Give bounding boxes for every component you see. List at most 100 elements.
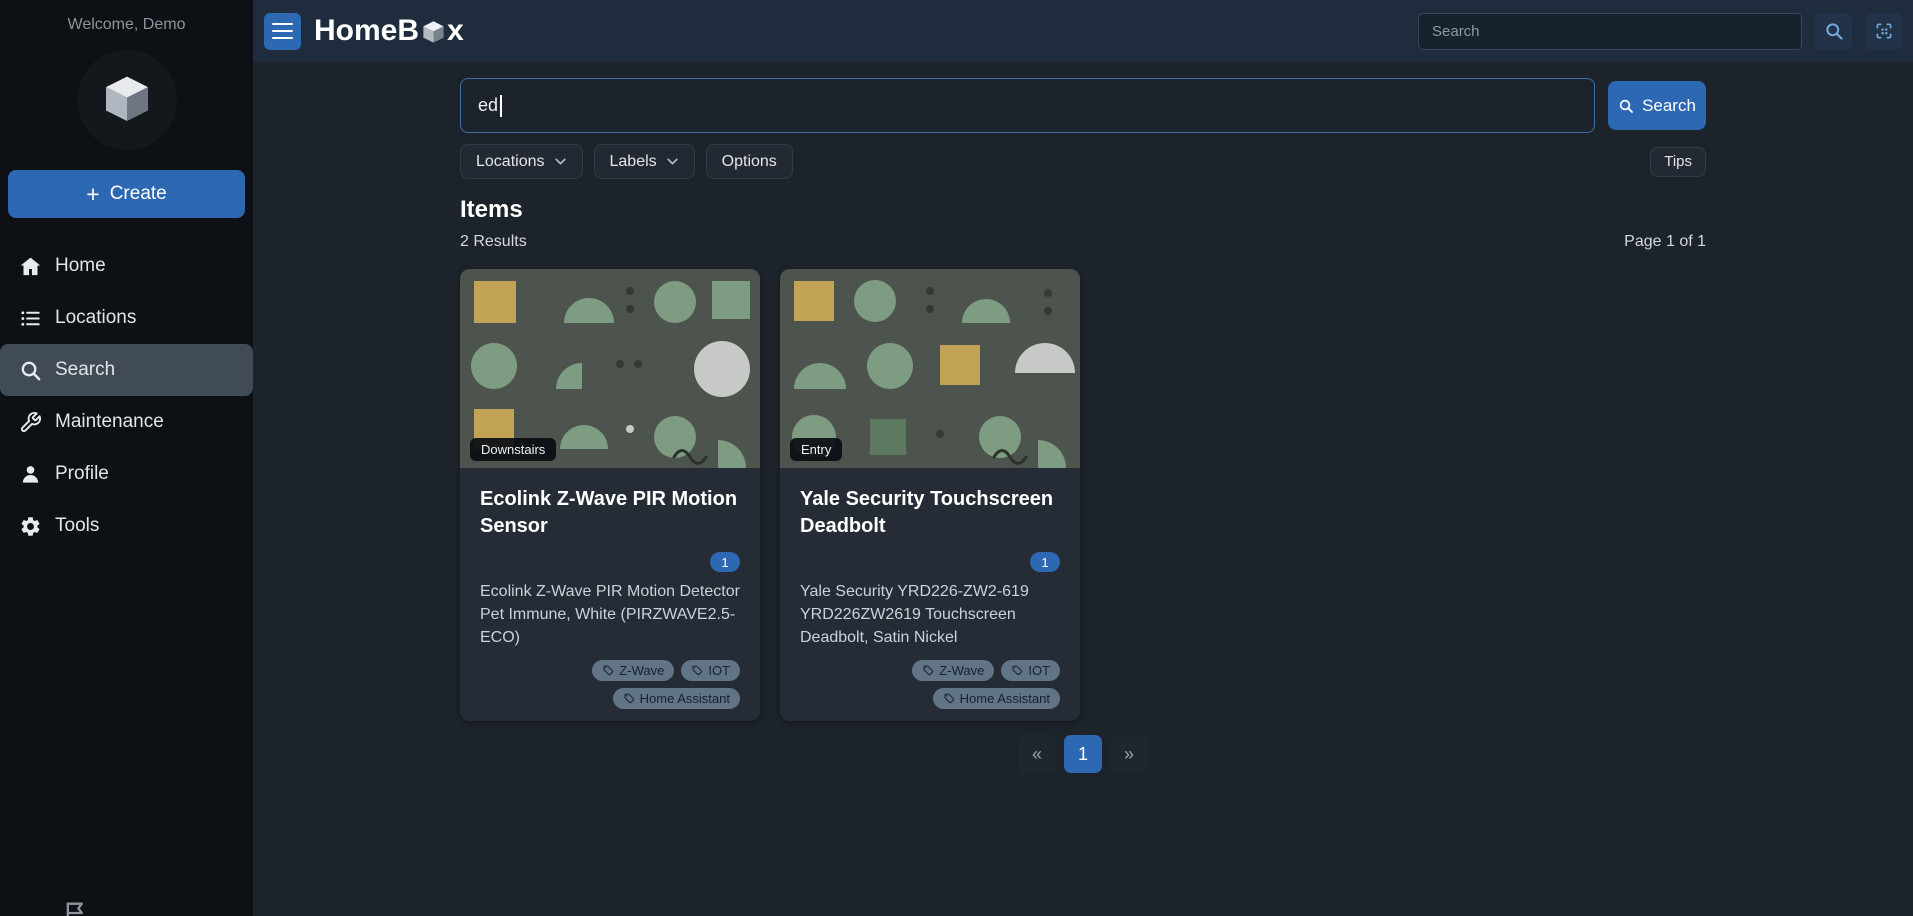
tag-icon bbox=[624, 693, 634, 704]
item-title[interactable]: Ecolink Z-Wave PIR Motion Sensor bbox=[480, 486, 740, 540]
item-description: Ecolink Z-Wave PIR Motion Detector Pet I… bbox=[480, 583, 740, 647]
tag-badge[interactable]: IOT bbox=[1001, 659, 1060, 681]
prev-page-button[interactable]: « bbox=[1018, 735, 1056, 773]
tag-badge[interactable]: IOT bbox=[681, 659, 740, 681]
app-title[interactable]: HomeB x bbox=[314, 14, 464, 48]
tag-badge[interactable]: Z-Wave bbox=[592, 659, 675, 681]
tag-label: Home Assistant bbox=[959, 690, 1050, 706]
tag-badge[interactable]: Home Assistant bbox=[612, 687, 740, 709]
item-thumbnail[interactable]: Entry bbox=[780, 269, 1080, 468]
sidebar-item-label: Search bbox=[55, 359, 116, 380]
page-indicator: Page 1 of 1 bbox=[1624, 233, 1706, 250]
scan-button[interactable] bbox=[1865, 12, 1902, 50]
tag-label: Home Assistant bbox=[639, 690, 730, 706]
filter-labels-button[interactable]: Labels bbox=[593, 144, 695, 179]
sidebar-item-label: Tools bbox=[55, 515, 100, 536]
location-badge[interactable]: Entry bbox=[790, 438, 843, 461]
page-1-button[interactable]: 1 bbox=[1064, 735, 1102, 773]
next-page-button[interactable]: » bbox=[1110, 735, 1148, 773]
app-title-prefix: HomeB bbox=[314, 14, 420, 47]
sidebar-item-label: Profile bbox=[55, 463, 109, 484]
header-search-button[interactable] bbox=[1815, 12, 1852, 50]
tag-label: Z-Wave bbox=[619, 662, 665, 678]
sidebar-item-home[interactable]: Home bbox=[0, 240, 253, 292]
item-search-value: ed bbox=[478, 95, 499, 115]
search-button[interactable]: Search bbox=[1608, 81, 1706, 130]
main-column: HomeB x Search ed Search Locations Label… bbox=[253, 0, 1913, 916]
sidebar-item-maintenance[interactable]: Maintenance bbox=[0, 396, 253, 448]
filter-locations-button[interactable]: Locations bbox=[460, 144, 583, 179]
search-icon bbox=[21, 361, 41, 380]
search-icon bbox=[1825, 23, 1843, 40]
plus-icon: + bbox=[86, 180, 100, 207]
sidebar-footer-icon[interactable] bbox=[62, 899, 90, 916]
tag-list: Z-Wave IOT Home Assistant bbox=[800, 650, 1060, 709]
tag-badge[interactable]: Home Assistant bbox=[932, 687, 1060, 709]
item-card-grid: Downstairs Ecolink Z-Wave PIR Motion Sen… bbox=[460, 269, 1706, 721]
tag-label: Z-Wave bbox=[939, 662, 985, 678]
tag-icon bbox=[603, 665, 614, 676]
quantity-badge: 1 bbox=[1030, 552, 1060, 572]
chevron-down-icon bbox=[554, 158, 566, 165]
sidebar-item-label: Maintenance bbox=[55, 411, 164, 432]
sidebar-item-search[interactable]: Search bbox=[0, 344, 253, 396]
sidebar-item-label: Locations bbox=[55, 307, 137, 328]
location-badge[interactable]: Downstairs bbox=[470, 438, 557, 461]
create-button[interactable]: + Create bbox=[8, 170, 245, 218]
item-description: Yale Security YRD226-ZW2-619 YRD226ZW261… bbox=[800, 583, 1029, 647]
quantity-badge: 1 bbox=[710, 552, 740, 572]
tag-icon bbox=[944, 693, 954, 704]
sidebar-item-locations[interactable]: Locations bbox=[0, 292, 253, 344]
filter-label: Locations bbox=[476, 152, 545, 170]
item-card[interactable]: Downstairs Ecolink Z-Wave PIR Motion Sen… bbox=[460, 269, 760, 721]
text-caret bbox=[500, 94, 502, 117]
item-title[interactable]: Yale Security Touchscreen Deadbolt bbox=[800, 486, 1060, 540]
sidebar-nav: Home Locations Search Maintenance Profil… bbox=[0, 240, 253, 552]
gear-icon bbox=[21, 516, 40, 536]
tag-list: Z-Wave IOT Home Assistant bbox=[480, 650, 740, 709]
top-header: HomeB x bbox=[253, 0, 1913, 62]
menu-button[interactable] bbox=[264, 12, 301, 50]
item-card[interactable]: Entry Yale Security Touchscreen Deadbolt… bbox=[780, 269, 1080, 721]
home-icon bbox=[20, 257, 41, 275]
items-heading: Items bbox=[460, 196, 523, 223]
tag-badge[interactable]: Z-Wave bbox=[912, 659, 995, 681]
card-body: Yale Security Touchscreen Deadbolt 1 Yal… bbox=[780, 468, 1080, 721]
pagination: « 1 » bbox=[460, 735, 1706, 773]
results-count: 2 Results bbox=[460, 233, 527, 250]
tag-icon bbox=[692, 665, 703, 676]
item-search-input[interactable]: ed bbox=[460, 78, 1595, 133]
tag-icon bbox=[1012, 665, 1023, 676]
header-search-input[interactable] bbox=[1418, 12, 1802, 50]
box-logo-icon bbox=[423, 20, 444, 43]
sidebar: Welcome, Demo + Create Home Locations Se… bbox=[0, 0, 253, 916]
welcome-text: Welcome, Demo bbox=[67, 16, 186, 33]
qr-scan-icon bbox=[1876, 23, 1891, 39]
sidebar-item-profile[interactable]: Profile bbox=[0, 448, 253, 500]
app-logo bbox=[0, 50, 253, 150]
logo-circle bbox=[76, 50, 177, 150]
search-row: ed Search bbox=[460, 78, 1706, 133]
app-root: Welcome, Demo + Create Home Locations Se… bbox=[0, 0, 1913, 916]
content-area: ed Search Locations Labels Options Tips … bbox=[253, 62, 1913, 916]
quantity-row: 1 bbox=[800, 552, 1060, 572]
filter-row: Locations Labels Options Tips bbox=[460, 144, 1706, 179]
box-logo-icon bbox=[105, 76, 148, 121]
item-thumbnail[interactable]: Downstairs bbox=[460, 269, 760, 468]
filter-label: Options bbox=[721, 152, 777, 170]
tag-label: IOT bbox=[708, 662, 730, 678]
quantity-row: 1 bbox=[480, 552, 740, 572]
filter-options-button[interactable]: Options bbox=[705, 144, 793, 179]
results-row: 2 Results Page 1 of 1 bbox=[460, 233, 1706, 251]
sidebar-item-label: Home bbox=[55, 255, 106, 276]
chevron-down-icon bbox=[667, 158, 678, 165]
card-body: Ecolink Z-Wave PIR Motion Sensor 1 Ecoli… bbox=[460, 468, 760, 721]
filter-label: Labels bbox=[609, 152, 657, 170]
sidebar-item-tools[interactable]: Tools bbox=[0, 500, 253, 552]
person-icon bbox=[22, 465, 39, 483]
search-button-label: Search bbox=[1642, 95, 1696, 115]
tag-label: IOT bbox=[1028, 662, 1050, 678]
tips-button[interactable]: Tips bbox=[1650, 146, 1706, 177]
app-title-suffix: x bbox=[447, 14, 464, 47]
tag-icon bbox=[923, 665, 934, 676]
